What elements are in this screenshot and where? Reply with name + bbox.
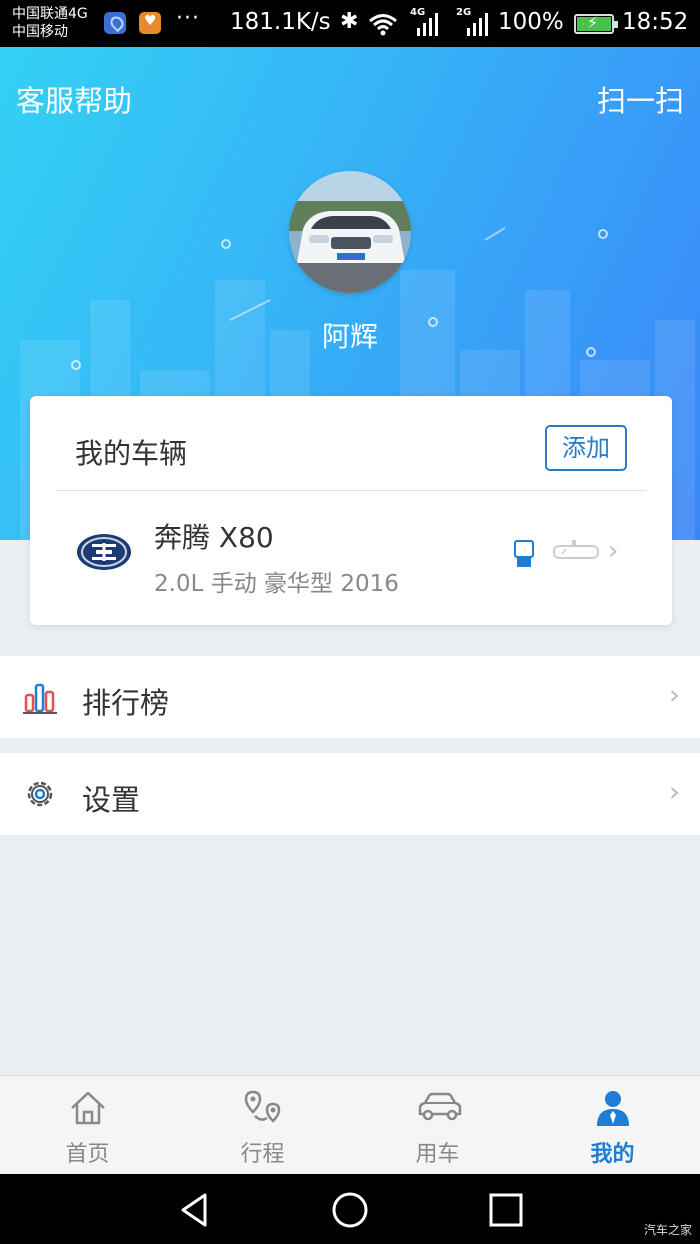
network-speed: 181.1K/s [230,9,331,35]
battery-icon: ⚡ [574,13,618,34]
tab-label: 首页 [65,1142,110,1167]
back-icon[interactable] [175,1190,215,1230]
map-app-icon [104,12,126,34]
obd-device-icon [514,540,534,567]
avatar[interactable] [289,171,411,293]
scan-button[interactable]: 扫一扫 [597,78,684,120]
customer-help-link[interactable]: 客服帮助 [16,78,132,120]
menu-item-label: 设置 [82,783,141,817]
bar-chart-icon [23,683,57,714]
home-nav-icon[interactable] [330,1190,370,1230]
carrier-1: 中国联通4G [12,6,88,22]
faw-brand-logo-icon [77,534,131,570]
tab-trips[interactable]: 行程 [175,1076,350,1175]
username: 阿辉 [321,320,378,353]
clock: 18:52 [622,9,689,35]
car-photo-image [289,171,411,293]
system-nav-bar: 汽车之家 [0,1174,700,1244]
bottom-tab-bar: 首页 行程 用车 我的 [0,1075,700,1174]
divider [56,490,646,491]
home-icon [71,1091,105,1125]
tab-mine[interactable]: 我的 [525,1076,700,1175]
route-icon [244,1090,281,1123]
tab-label: 行程 [240,1142,285,1167]
signal-icon-sim2 [467,13,488,36]
watermark: 汽车之家 [643,1223,692,1237]
chevron-right-icon: › [668,678,680,711]
car-icon [418,1092,462,1121]
bluetooth-icon: ✱ [340,9,359,34]
menu-item-ranking[interactable]: 排行榜 › [0,656,700,738]
gear-icon [27,781,53,807]
health-app-icon [139,12,161,34]
tab-car[interactable]: 用车 [350,1076,525,1175]
rearview-mirror-icon [553,540,599,559]
chevron-right-icon: › [668,775,680,808]
signal-icon-sim1 [417,13,438,36]
card-title: 我的车辆 [75,437,188,470]
battery-percent: 100% [498,9,564,35]
my-vehicles-card: 我的车辆 添加 奔腾 X80 2.0L 手动 豪华型 2016 › [30,396,672,625]
tab-label: 我的 [590,1142,635,1167]
carrier-2: 中国移动 [12,24,68,40]
menu-item-settings[interactable]: 设置 › [0,753,700,835]
status-bar: 中国联通4G 中国移动 ··· 181.1K/s ✱ 4G 2G 100% ⚡ … [0,0,700,47]
person-icon [597,1091,629,1126]
car-spec: 2.0L 手动 豪华型 2016 [154,571,399,597]
carrier-info: 中国联通4G 中国移动 [12,5,88,41]
tab-home[interactable]: 首页 [0,1076,175,1175]
chevron-right-icon: › [608,536,619,566]
tab-label: 用车 [415,1142,460,1167]
more-notifications-icon: ··· [176,6,200,31]
recents-icon[interactable] [486,1190,526,1230]
add-vehicle-button[interactable]: 添加 [545,425,627,471]
wifi-icon [369,14,397,36]
car-name: 奔腾 X80 [154,521,274,554]
menu-item-label: 排行榜 [82,686,170,720]
